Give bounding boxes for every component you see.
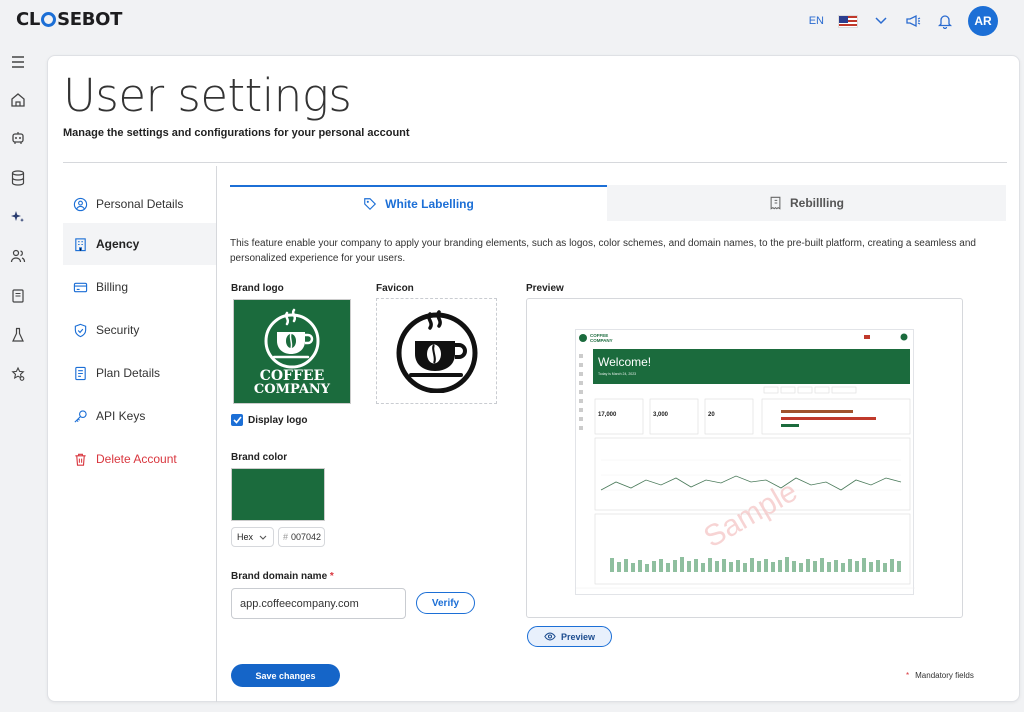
mandatory-fields-note: * Mandatory fields xyxy=(906,671,974,680)
building-icon xyxy=(75,237,86,251)
preview-panel: COFFEE COMPANY Welcome! Today is March 2… xyxy=(526,298,963,618)
brand-logo-label: Brand logo xyxy=(231,283,284,294)
logo-o-mark xyxy=(41,12,57,27)
color-format-value: Hex xyxy=(237,532,254,542)
settings-tabs: White Labelling Rebillling xyxy=(230,185,1006,221)
tab-label: White Labelling xyxy=(385,197,474,211)
svg-text:Sample: Sample xyxy=(698,475,803,554)
feature-description: This feature enable your company to appl… xyxy=(230,238,976,264)
sidebar-item-label: Agency xyxy=(96,237,140,251)
top-right-controls: EN AR xyxy=(809,6,998,36)
us-flag-icon[interactable] xyxy=(838,14,858,28)
chevron-down-icon xyxy=(259,535,267,540)
credit-card-icon xyxy=(73,282,88,292)
bot-icon[interactable] xyxy=(8,128,28,148)
logo-text-end: SEBOT xyxy=(57,9,123,30)
svg-text:20: 20 xyxy=(708,412,715,418)
favicon-image[interactable] xyxy=(376,298,497,404)
color-hex-value: 007042 xyxy=(291,532,322,542)
mandatory-fields-label: Mandatory fields xyxy=(915,671,974,680)
top-bar: CL SEBOT EN AR xyxy=(0,0,1024,42)
svg-text:17,000: 17,000 xyxy=(598,412,617,418)
preview-label: Preview xyxy=(526,283,564,294)
sidebar-item-personal-details[interactable]: Personal Details xyxy=(63,183,216,225)
color-hex-input[interactable]: # 007042 xyxy=(278,527,325,547)
hash-symbol: # xyxy=(283,532,289,542)
home-icon[interactable] xyxy=(8,90,28,110)
coffee-cup-logo-icon xyxy=(264,308,320,369)
brand-logo-text-line-1: COFFEE xyxy=(259,368,325,384)
menu-icon[interactable] xyxy=(8,52,28,72)
sidebar-item-api-keys[interactable]: API Keys xyxy=(63,395,216,437)
user-circle-icon xyxy=(73,197,88,211)
sidebar-item-agency[interactable]: Agency xyxy=(63,223,216,265)
sidebar-item-label: Security xyxy=(96,323,140,337)
svg-text:COMPANY: COMPANY xyxy=(590,338,613,343)
settings-card: User settings Manage the settings and co… xyxy=(47,55,1020,702)
receipt-icon xyxy=(770,196,781,210)
app-logo[interactable]: CL SEBOT xyxy=(16,9,122,30)
settings-sidebar: Personal Details Agency Billing Security… xyxy=(63,166,217,702)
svg-text:Today is March 24, 2023: Today is March 24, 2023 xyxy=(598,372,636,376)
star-search-icon[interactable] xyxy=(8,364,28,384)
shield-icon xyxy=(74,323,87,337)
sidebar-item-label: API Keys xyxy=(96,409,146,423)
sidebar-item-label: Plan Details xyxy=(96,366,161,380)
sidebar-item-plan-details[interactable]: Plan Details xyxy=(63,352,216,394)
divider xyxy=(63,162,1007,163)
logo-text-start: CL xyxy=(16,9,41,30)
page-title: User settings xyxy=(63,69,352,122)
checkbox-checked-icon xyxy=(231,414,243,426)
document-icon xyxy=(75,366,86,380)
database-icon[interactable] xyxy=(8,168,28,188)
sidebar-item-label: Billing xyxy=(96,280,129,294)
brand-color-label: Brand color xyxy=(231,452,288,463)
tab-rebilling[interactable]: Rebillling xyxy=(607,185,1006,221)
coffee-cup-favicon-icon xyxy=(396,310,477,393)
favicon-label: Favicon xyxy=(376,283,414,294)
flask-icon[interactable] xyxy=(8,325,28,345)
tag-icon xyxy=(364,198,377,211)
preview-dashboard-thumbnail: COFFEE COMPANY Welcome! Today is March 2… xyxy=(575,329,915,595)
svg-text:3,000: 3,000 xyxy=(653,412,669,418)
left-nav-rail xyxy=(0,42,36,712)
brand-logo-image[interactable]: COFFEE COMPANY xyxy=(233,299,351,404)
preview-button-label: Preview xyxy=(560,631,596,642)
required-asterisk: * xyxy=(329,571,334,582)
sidebar-item-billing[interactable]: Billing xyxy=(63,266,216,308)
brand-color-swatch[interactable] xyxy=(231,468,325,521)
display-logo-checkbox[interactable]: Display logo xyxy=(231,414,307,426)
brand-domain-label: Brand domain name * xyxy=(231,571,334,582)
avatar[interactable]: AR xyxy=(968,6,998,36)
sparkles-icon[interactable] xyxy=(8,207,28,227)
color-format-select[interactable]: Hex xyxy=(231,527,274,547)
save-changes-button[interactable]: Save changes xyxy=(231,664,340,687)
tab-label: Rebillling xyxy=(790,196,844,210)
chevron-down-icon[interactable] xyxy=(872,12,890,30)
preview-button[interactable]: Preview xyxy=(527,626,612,647)
brand-domain-label-text: Brand domain name xyxy=(231,571,328,582)
book-icon[interactable] xyxy=(8,286,28,306)
display-logo-label: Display logo xyxy=(248,414,308,426)
sidebar-item-security[interactable]: Security xyxy=(63,309,216,351)
trash-icon xyxy=(75,453,86,466)
brand-domain-input[interactable]: app.coffeecompany.com xyxy=(231,588,406,619)
tab-white-labelling[interactable]: White Labelling xyxy=(230,185,607,221)
svg-text:Welcome!: Welcome! xyxy=(598,355,651,369)
sidebar-item-label: Delete Account xyxy=(96,452,177,466)
brand-logo-text-line-2: COMPANY xyxy=(253,382,331,397)
megaphone-icon[interactable] xyxy=(904,12,922,30)
bell-icon[interactable] xyxy=(936,12,954,30)
users-icon[interactable] xyxy=(8,246,28,266)
required-asterisk: * xyxy=(906,671,910,680)
eye-icon xyxy=(544,632,556,641)
key-icon xyxy=(74,409,87,423)
page-subtitle: Manage the settings and configurations f… xyxy=(63,127,410,139)
sidebar-item-delete-account[interactable]: Delete Account xyxy=(63,438,216,480)
sidebar-item-label: Personal Details xyxy=(96,197,184,211)
verify-button[interactable]: Verify xyxy=(416,592,475,614)
preview-dashboard-drawing: COFFEE COMPANY Welcome! Today is March 2… xyxy=(576,333,915,589)
language-code[interactable]: EN xyxy=(809,15,824,27)
